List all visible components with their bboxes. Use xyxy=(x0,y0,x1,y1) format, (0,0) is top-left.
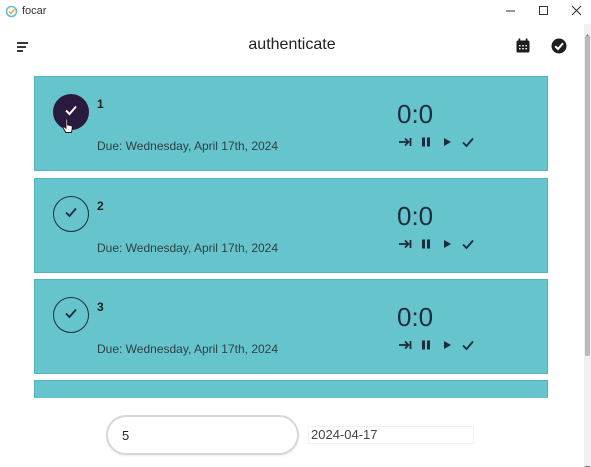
task-due-date: Due: Wednesday, April 17th, 2024 xyxy=(97,241,279,255)
task-checkbox[interactable] xyxy=(53,297,89,333)
scroll-down-icon[interactable] xyxy=(584,458,591,467)
window-title: focar xyxy=(22,5,47,17)
mouse-cursor-icon xyxy=(62,118,74,134)
task-number: 3 xyxy=(97,300,104,314)
task-card[interactable] xyxy=(34,380,548,398)
maximize-icon xyxy=(538,3,549,21)
check-icon[interactable] xyxy=(461,339,475,351)
minimize-button[interactable] xyxy=(494,0,527,24)
pause-icon[interactable] xyxy=(419,339,433,351)
skip-icon[interactable] xyxy=(398,339,412,351)
due-date-field[interactable]: 2024-04-17 xyxy=(308,426,474,444)
task-name-input[interactable] xyxy=(106,415,299,455)
check-icon xyxy=(63,204,79,225)
pause-icon[interactable] xyxy=(419,238,433,250)
scrollbar-thumb[interactable] xyxy=(585,36,590,356)
completed-tasks-button[interactable] xyxy=(550,37,568,55)
task-number: 1 xyxy=(97,97,104,111)
app-icon xyxy=(5,5,18,18)
page-title: authenticate xyxy=(248,36,336,53)
close-button[interactable] xyxy=(560,0,591,24)
app-bar: authenticate xyxy=(0,24,584,70)
task-actions xyxy=(398,136,475,148)
check-icon[interactable] xyxy=(461,136,475,148)
task-number: 2 xyxy=(97,199,104,213)
calendar-icon xyxy=(514,38,532,59)
task-card[interactable]: 1 Due: Wednesday, April 17th, 2024 0:0 xyxy=(34,76,548,171)
task-due-date: Due: Wednesday, April 17th, 2024 xyxy=(97,342,279,356)
calendar-button[interactable] xyxy=(514,37,532,55)
minimize-icon xyxy=(505,3,516,21)
check-icon xyxy=(63,305,79,326)
task-due-date: Due: Wednesday, April 17th, 2024 xyxy=(97,139,279,153)
new-task-form: 2024-04-17 xyxy=(0,398,584,467)
task-list: 1 Due: Wednesday, April 17th, 2024 0:0 2… xyxy=(0,70,584,398)
window-titlebar: focar xyxy=(0,0,591,24)
check-circle-icon xyxy=(550,38,568,59)
task-card[interactable]: 2 Due: Wednesday, April 17th, 2024 0:0 xyxy=(34,178,548,273)
skip-icon[interactable] xyxy=(398,136,412,148)
play-icon[interactable] xyxy=(440,238,454,250)
vertical-scrollbar[interactable] xyxy=(584,24,591,467)
task-checkbox[interactable] xyxy=(53,196,89,232)
task-card[interactable]: 3 Due: Wednesday, April 17th, 2024 0:0 xyxy=(34,279,548,374)
maximize-button[interactable] xyxy=(527,0,560,24)
task-timer: 0:0 xyxy=(397,99,434,129)
close-icon xyxy=(571,3,582,21)
task-actions xyxy=(398,339,475,351)
play-icon[interactable] xyxy=(440,339,454,351)
task-timer: 0:0 xyxy=(397,201,434,231)
check-icon[interactable] xyxy=(461,238,475,250)
task-timer: 0:0 xyxy=(397,302,434,332)
skip-icon[interactable] xyxy=(398,238,412,250)
task-actions xyxy=(398,238,475,250)
play-icon[interactable] xyxy=(440,136,454,148)
pause-icon[interactable] xyxy=(419,136,433,148)
scroll-up-icon[interactable] xyxy=(584,26,591,38)
